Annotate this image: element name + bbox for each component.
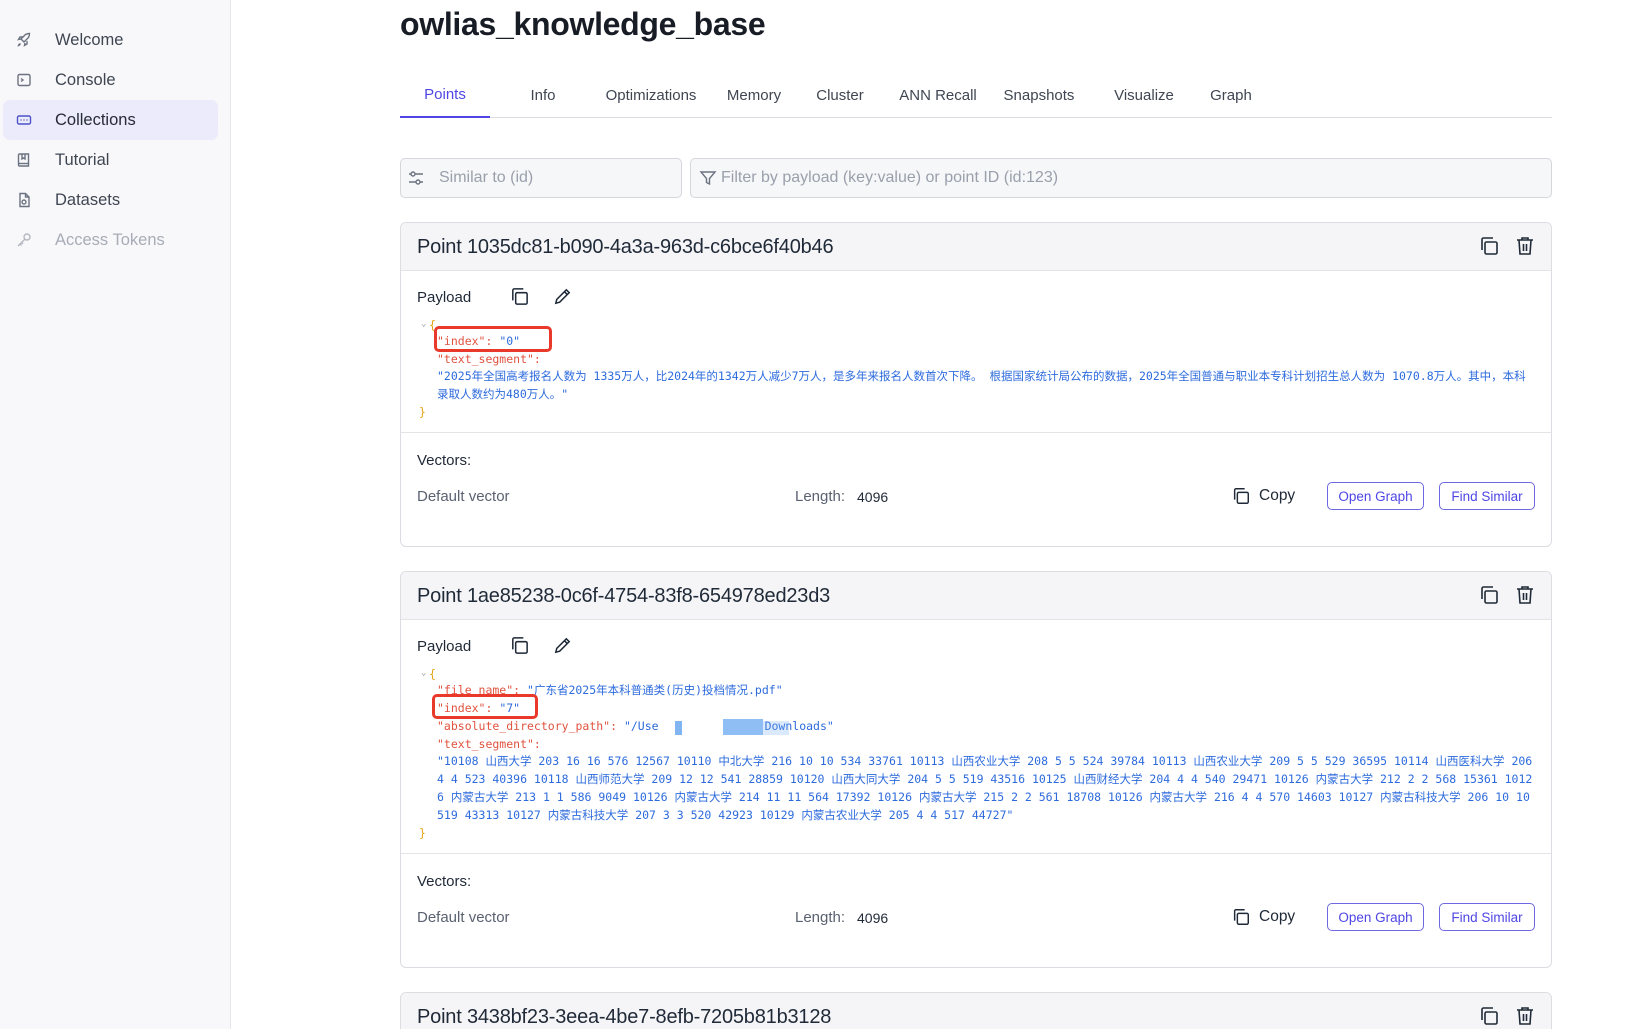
- point-title: Point 1035dc81-b090-4a3a-963d-c6bce6f40b…: [417, 236, 834, 258]
- delete-point-icon[interactable]: [1514, 584, 1538, 608]
- copy-label: Copy: [1259, 487, 1296, 504]
- point-card-header: Point 1ae85238-0c6f-4754-83f8-654978ed23…: [401, 572, 1551, 620]
- dataset-file-icon: [16, 192, 32, 208]
- tab-bar: Points Info Optimizations Memory Cluster…: [400, 72, 1552, 118]
- sliders-icon: [407, 169, 425, 187]
- vector-name: Default vector: [417, 488, 510, 505]
- sidebar-item-welcome[interactable]: Welcome: [3, 20, 218, 60]
- tab-cluster[interactable]: Cluster: [806, 72, 874, 118]
- copy-label: Copy: [1259, 908, 1296, 925]
- open-graph-button[interactable]: Open Graph: [1327, 482, 1424, 510]
- payload-field-text-segment: "text_segment":: [437, 352, 541, 366]
- vector-length-value: 4096: [857, 489, 889, 505]
- delete-point-icon[interactable]: [1514, 1005, 1538, 1029]
- collapse-caret-icon[interactable]: ⌄: [421, 664, 426, 682]
- sidebar-item-datasets[interactable]: Datasets: [3, 180, 218, 220]
- tab-graph[interactable]: Graph: [1200, 72, 1262, 118]
- tab-info[interactable]: Info: [508, 72, 578, 118]
- highlight-box: [432, 694, 538, 719]
- point-card: Point 1ae85238-0c6f-4754-83f8-654978ed23…: [400, 571, 1552, 968]
- sidebar-item-tutorial[interactable]: Tutorial: [3, 140, 218, 180]
- filter-icon: [699, 169, 717, 187]
- tab-ann-recall[interactable]: ANN Recall: [894, 72, 982, 118]
- sidebar-item-collections[interactable]: Collections: [3, 100, 218, 140]
- redaction-mark: [723, 719, 763, 735]
- tab-visualize[interactable]: Visualize: [1108, 72, 1180, 118]
- find-similar-button[interactable]: Find Similar: [1439, 482, 1535, 510]
- sidebar-item-label: Access Tokens: [55, 230, 165, 249]
- payload-label: Payload: [417, 638, 472, 655]
- book-icon: [16, 152, 32, 168]
- tab-snapshots[interactable]: Snapshots: [998, 72, 1080, 118]
- payload-label: Payload: [417, 289, 472, 306]
- open-graph-button[interactable]: Open Graph: [1327, 903, 1424, 931]
- key-icon: [16, 232, 32, 248]
- copy-payload-icon[interactable]: [509, 286, 531, 308]
- divider: [401, 432, 1551, 433]
- highlight-box: [434, 326, 552, 352]
- tab-optimizations[interactable]: Optimizations: [592, 72, 710, 118]
- sidebar-item-label: Console: [55, 70, 116, 89]
- sidebar-item-label: Welcome: [55, 30, 124, 49]
- delete-point-icon[interactable]: [1514, 235, 1538, 259]
- sidebar-item-access-tokens[interactable]: Access Tokens: [3, 220, 218, 260]
- copy-payload-icon[interactable]: [509, 635, 531, 657]
- vector-length-value: 4096: [857, 910, 889, 926]
- copy-point-icon[interactable]: [1478, 1005, 1502, 1029]
- terminal-icon: [16, 72, 32, 88]
- divider: [401, 853, 1551, 854]
- similar-search-box: [400, 158, 682, 198]
- similar-id-input[interactable]: [439, 169, 681, 187]
- copy-icon: [1233, 488, 1249, 504]
- point-title: Point 3438bf23-3eea-4be7-8efb-7205b81b31…: [417, 1006, 832, 1028]
- point-card: Point 3438bf23-3eea-4be7-8efb-7205b81b31…: [400, 992, 1552, 1029]
- copy-point-icon[interactable]: [1478, 584, 1502, 608]
- point-card-header: Point 1035dc81-b090-4a3a-963d-c6bce6f40b…: [401, 223, 1551, 271]
- copy-vector-button[interactable]: Copy: [1231, 905, 1295, 929]
- page-title: owlias_knowledge_base: [400, 6, 766, 42]
- redaction-mark: [675, 721, 682, 735]
- sidebar-item-label: Datasets: [55, 190, 121, 209]
- edit-payload-icon[interactable]: [552, 286, 574, 308]
- payload-text-segment-value: "2025年全国高考报名人数为 1335万人，比2024年的1342万人减少7万…: [437, 369, 1526, 401]
- point-card: Point 1035dc81-b090-4a3a-963d-c6bce6f40b…: [400, 222, 1552, 547]
- find-similar-button[interactable]: Find Similar: [1439, 903, 1535, 931]
- edit-payload-icon[interactable]: [552, 635, 574, 657]
- payload-field-text-segment: "text_segment":: [437, 737, 541, 751]
- length-label: Length:: [795, 488, 846, 505]
- sidebar: Welcome Console Collections Tutorial Dat…: [0, 0, 231, 1029]
- copy-icon: [1233, 909, 1249, 925]
- payload-json: ⌄ { "file_name": "广东省2025年本科普通类(历史)投档情况.…: [417, 664, 1537, 844]
- filter-search-box: [690, 158, 1552, 198]
- payload-filter-input[interactable]: [721, 169, 1551, 187]
- point-title: Point 1ae85238-0c6f-4754-83f8-654978ed23…: [417, 585, 831, 607]
- length-label: Length:: [795, 909, 846, 926]
- redaction-mark: [763, 721, 789, 735]
- payload-json: ⌄ { "index": "0" "text_segment": "2025年全…: [417, 315, 1537, 419]
- payload-text-segment-value: "10108 山西大学 203 16 16 576 12567 10110 中北…: [437, 754, 1533, 822]
- sidebar-item-label: Collections: [55, 110, 136, 129]
- copy-vector-button[interactable]: Copy: [1231, 484, 1295, 508]
- rocket-icon: [16, 32, 32, 48]
- sidebar-item-label: Tutorial: [55, 150, 110, 169]
- point-card-header: Point 3438bf23-3eea-4be7-8efb-7205b81b31…: [401, 993, 1551, 1029]
- vector-name: Default vector: [417, 909, 510, 926]
- sidebar-item-console[interactable]: Console: [3, 60, 218, 100]
- tab-points[interactable]: Points: [400, 72, 490, 118]
- collapse-caret-icon[interactable]: ⌄: [421, 315, 426, 333]
- vectors-label: Vectors:: [417, 873, 472, 890]
- vectors-label: Vectors:: [417, 452, 472, 469]
- collection-icon: [16, 112, 32, 128]
- tab-memory[interactable]: Memory: [718, 72, 790, 118]
- copy-point-icon[interactable]: [1478, 235, 1502, 259]
